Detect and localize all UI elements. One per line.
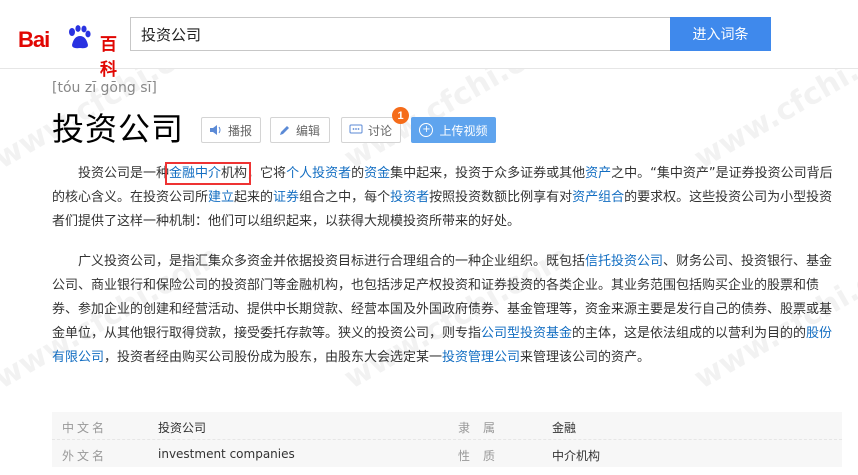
edit-label: 编辑 [296, 123, 321, 138]
upload-video-button[interactable]: + 上传视频 [411, 117, 496, 143]
logo-text-baike: 百科 [100, 35, 117, 80]
upload-video-label: 上传视频 [439, 123, 488, 138]
entry-pinyin: [tóu zī gōng sī] [52, 80, 157, 96]
discuss-button[interactable]: 讨论 [341, 117, 401, 143]
paragraph-text: 集中起来，投资于众多证券或其他 [390, 166, 586, 181]
paragraph-text: ，它将 [247, 166, 287, 181]
paragraph-text: 组合之中，每个 [299, 190, 391, 205]
comment-icon [349, 124, 363, 134]
inline-link[interactable]: 建立 [208, 190, 234, 205]
info-key: 性质 [458, 449, 509, 463]
inline-link[interactable]: 资产组合 [572, 190, 624, 205]
info-row: 中文名 投资公司 隶属 金融 [52, 412, 842, 439]
info-key: 隶属 [458, 421, 509, 435]
paragraph-definition: 广义投资公司，是指汇集众多资金并依据投资目标进行合理组合的一种企业组织。既包括信… [52, 250, 839, 370]
play-label: 播报 [228, 123, 253, 138]
paragraph-intro: 投资公司是一种金融中介机构，它将个人投资者的资金集中起来，投资于众多证券或其他资… [52, 162, 839, 234]
info-value: 中介机构 [552, 449, 601, 463]
info-row: 外文名 investment companies 性质 中介机构 [52, 439, 842, 467]
inline-link[interactable]: 资金 [364, 166, 390, 181]
inline-link[interactable]: 投资者 [390, 190, 429, 205]
inline-link[interactable]: 投资管理公司 [442, 350, 520, 365]
basic-info-table: 中文名 投资公司 隶属 金融 外文名 investment companies … [52, 412, 842, 467]
baidu-baike-logo[interactable]: Bai 百科 [18, 14, 124, 80]
play-audio-button[interactable]: 播报 [201, 117, 261, 143]
search-box[interactable] [130, 17, 670, 51]
paragraph-text: ，投资者经由购买公司股份成为股东，由股东大会选定某一 [104, 350, 443, 365]
highlight-box: 金融中介机构 [165, 162, 252, 185]
logo-text-bai: Bai [18, 27, 50, 52]
paragraph-text: 起来的 [234, 190, 274, 205]
paragraph-text: 来管理该公司的资产。 [520, 350, 651, 365]
info-key: 中文名 [62, 421, 108, 435]
paragraph-text: 投资公司是一种 [78, 166, 170, 181]
inline-link[interactable]: 资产 [585, 166, 611, 181]
top-header: Bai 百科 进入词条 [0, 0, 858, 80]
inline-link[interactable]: 金融中介 [169, 166, 221, 181]
paragraph-text: 广义投资公司，是指汇集众多资金并依据投资目标进行合理组合的一种企业组织。既包括 [78, 254, 586, 269]
edit-button[interactable]: 编辑 [270, 117, 330, 143]
inline-link[interactable]: 公司型投资基金 [481, 326, 572, 341]
discuss-label: 讨论 [368, 123, 393, 138]
paw-icon [69, 25, 91, 49]
inline-link[interactable]: 信托投资公司 [585, 254, 663, 269]
paragraph-text: 的 [351, 166, 365, 181]
speaker-icon [210, 125, 221, 135]
inline-link[interactable]: 个人投资者 [286, 166, 351, 181]
plus-icon: + [419, 123, 434, 137]
info-key: 外文名 [62, 449, 108, 463]
info-value: 投资公司 [158, 421, 207, 435]
discuss-count-badge: 1 [392, 107, 409, 124]
entry-title: 投资公司 [52, 110, 185, 148]
paragraph-text: 的主体，这是依法组成的以营利为目的的 [572, 326, 807, 341]
pencil-icon [280, 125, 289, 135]
info-value: investment companies [158, 447, 295, 461]
paragraph-text: 按照投资数额比例享有对 [429, 190, 573, 205]
info-value: 金融 [552, 421, 577, 435]
paragraph-text: 机构 [221, 166, 248, 181]
inline-link[interactable]: 证券 [273, 190, 299, 205]
search-input[interactable] [131, 18, 670, 50]
enter-entry-button[interactable]: 进入词条 [670, 17, 771, 51]
